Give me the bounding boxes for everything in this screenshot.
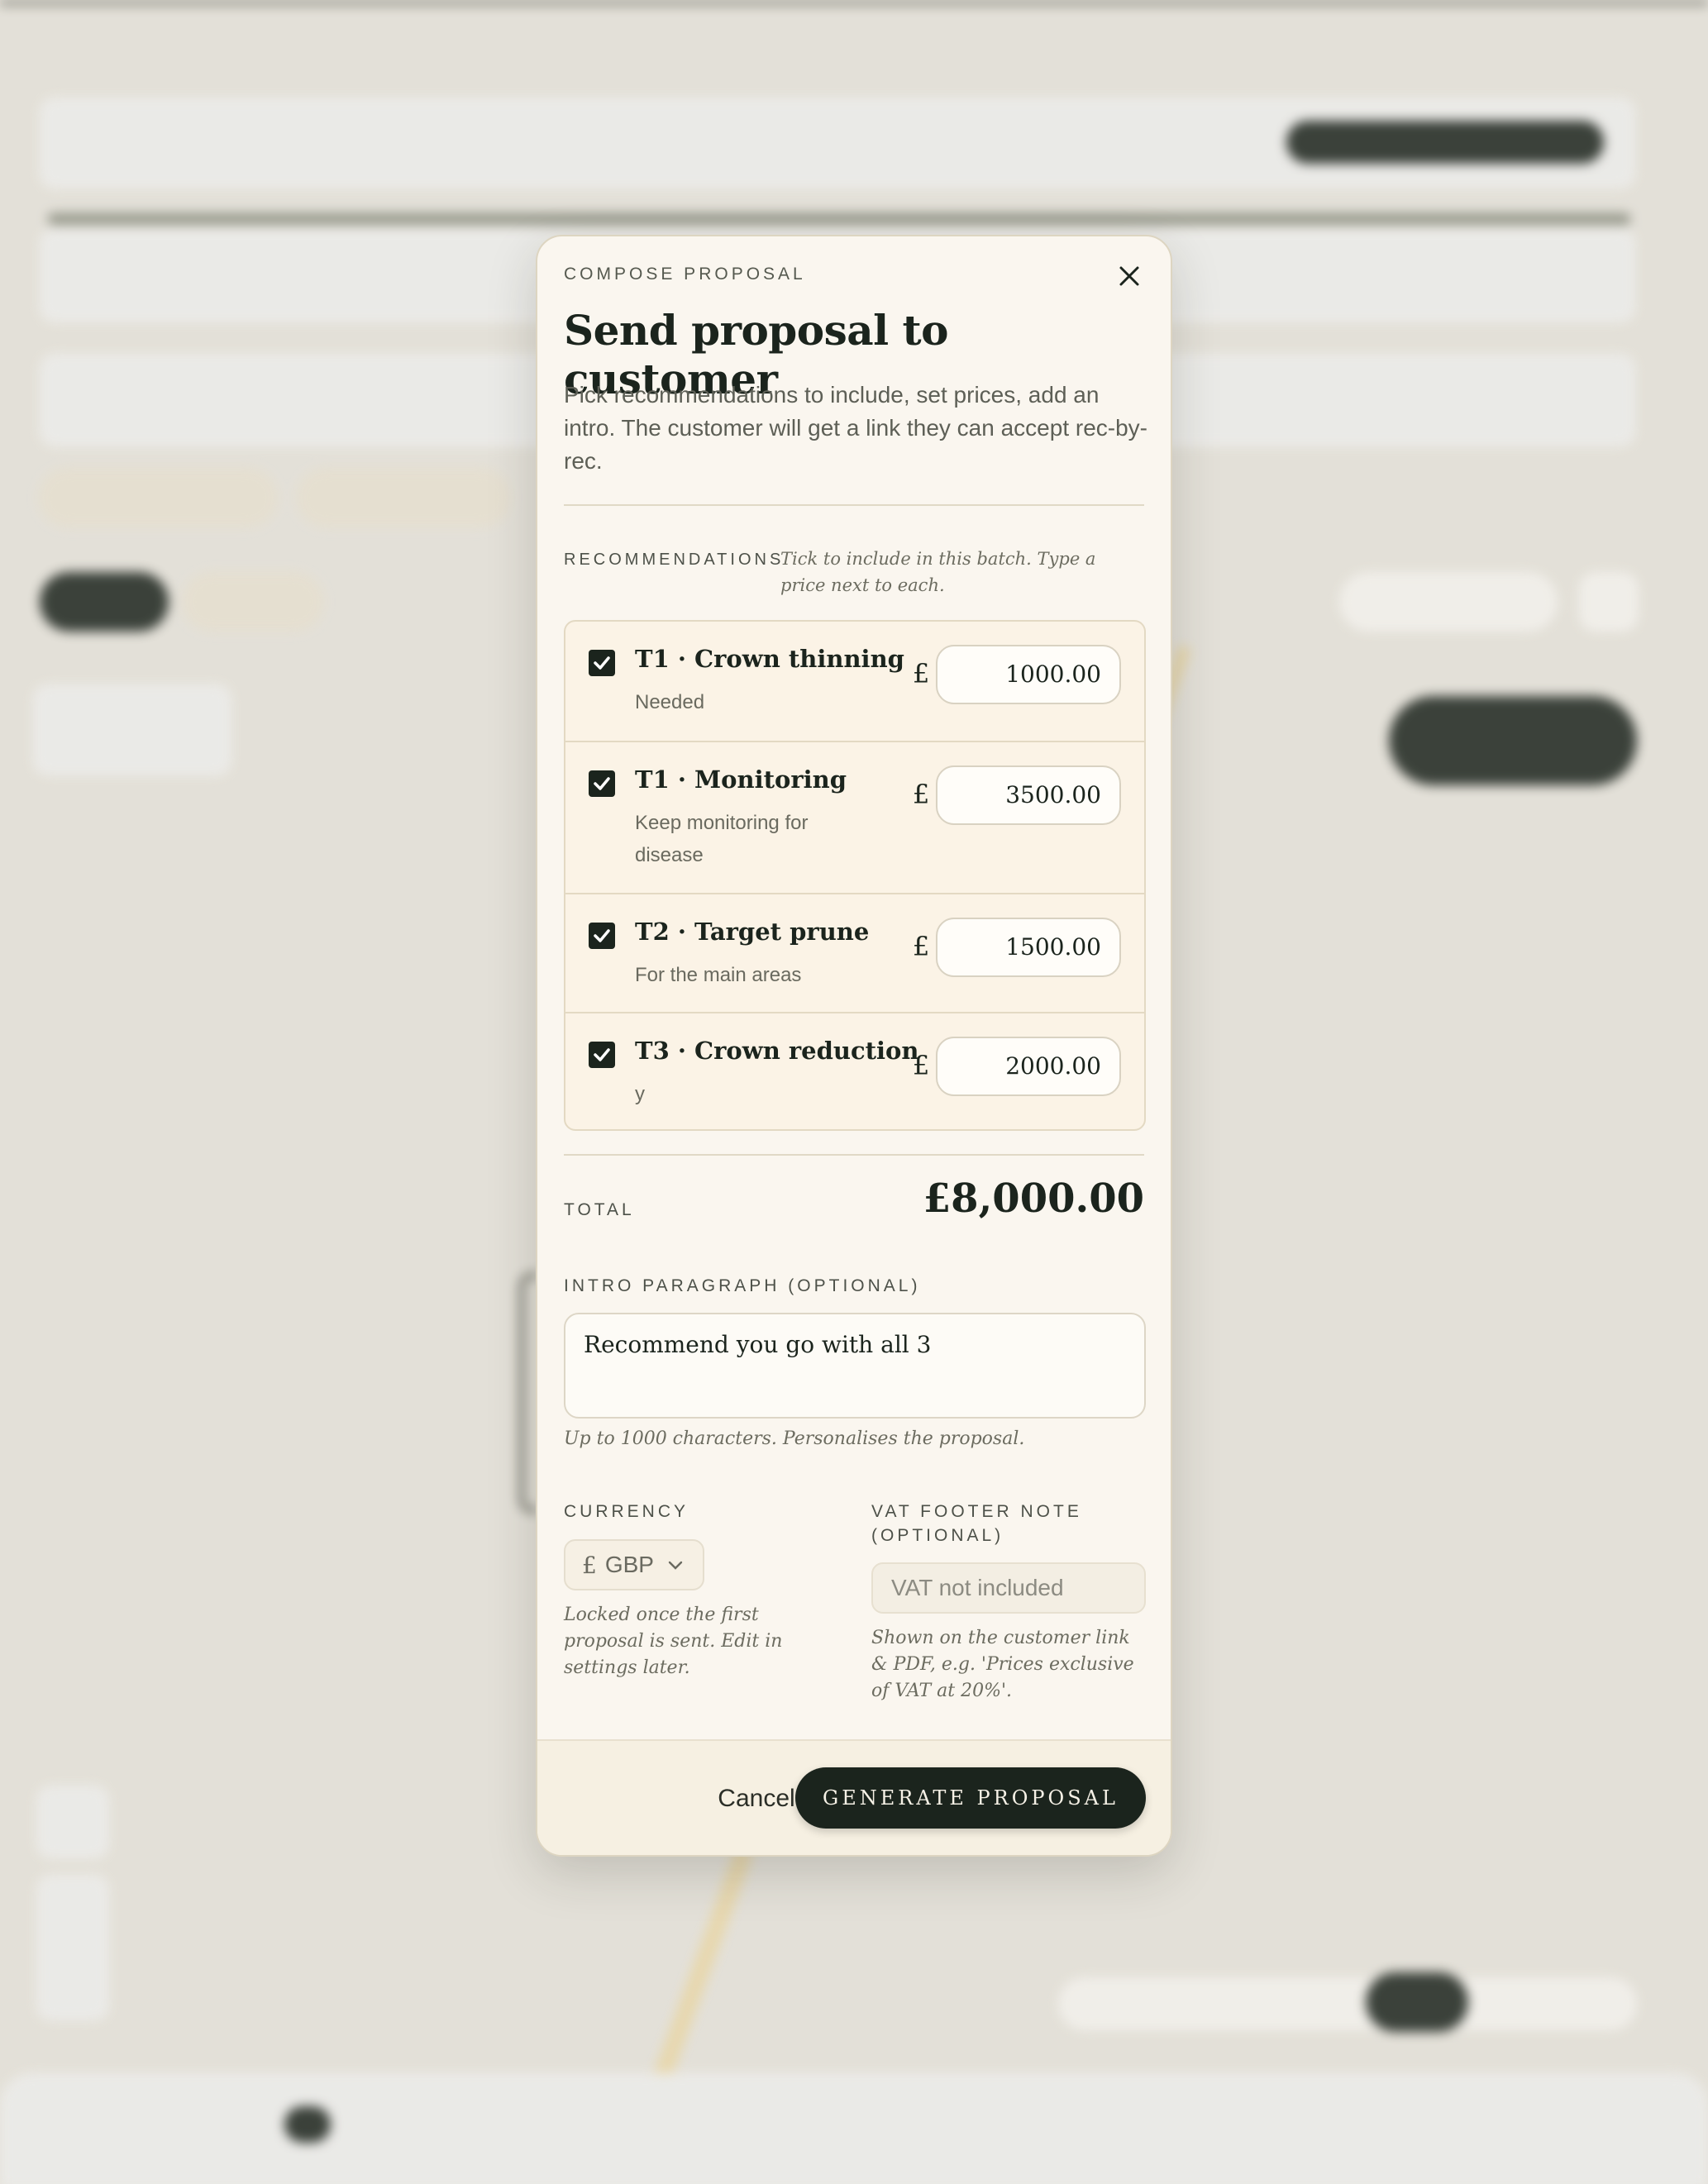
divider [564,504,1144,506]
divider [564,1154,1144,1156]
intro-hint: Up to 1000 characters. Personalises the … [564,1428,1025,1449]
price-input[interactable]: 3500.00 [936,765,1121,825]
price-input[interactable]: 1500.00 [936,918,1121,977]
bg-map-outline [519,1273,537,1513]
bg-site-pill [38,468,278,527]
bg-more-button [1579,572,1639,632]
bg-customer-pill [296,468,511,527]
price-input[interactable]: 1000.00 [936,645,1121,704]
currency-select[interactable]: £ GBP [564,1539,704,1590]
recommendation-name: T1 · Crown thinning [635,645,904,673]
recommendation-name: T3 · Crown reduction [635,1037,919,1065]
recommendation-list: T1 · Crown thinning Needed £ 1000.00 T1 … [564,620,1146,1131]
compose-proposal-modal: COMPOSE PROPOSAL Send proposal to custom… [536,235,1172,1857]
currency-symbol: £ [913,1050,930,1081]
intro-textarea[interactable] [564,1313,1146,1419]
currency-symbol: £ [913,658,930,689]
recommendation-note: For the main areas [635,964,802,986]
recommendation-row: T1 · Crown thinning Needed £ 1000.00 [565,622,1144,741]
currency-symbol: £ [913,779,930,810]
checkmark-icon [594,1048,610,1061]
bg-add-tree-button [1389,696,1637,785]
bg-constraints-button [1339,572,1558,632]
bg-map-road [654,1847,753,2080]
checkmark-icon [594,777,610,790]
include-checkbox[interactable] [589,1042,615,1068]
bg-map-style-toggle [1366,1972,1468,2032]
recommendation-row: T2 · Target prune For the main areas £ 1… [565,893,1144,1012]
bg-info-card [33,684,231,775]
bg-progress-bar [48,213,1630,225]
currency-hint: Locked once the first proposal is sent. … [564,1605,783,1678]
intro-label: INTRO PARAGRAPH (OPTIONAL) [564,1276,921,1295]
bg-work-order-button [1286,121,1604,164]
close-button[interactable] [1113,260,1146,293]
bg-attribution [1058,1977,1637,2030]
total-label: TOTAL [564,1200,635,1219]
recommendation-row: T3 · Crown reduction y £ 2000.00 [565,1012,1144,1129]
include-checkbox[interactable] [589,650,615,676]
recommendation-row: T1 · Monitoring Keep monitoring for dise… [565,741,1144,893]
total-value: £8,000.00 [923,1175,1144,1222]
bg-recommendations-drawer [0,2073,1708,2184]
vat-hint: Shown on the customer link & PDF, e.g. '… [871,1628,1134,1701]
price-input[interactable]: 2000.00 [936,1037,1121,1096]
currency-symbol: £ [913,931,930,962]
currency-label: CURRENCY [564,1502,689,1521]
bg-map-tab [40,572,169,632]
include-checkbox[interactable] [589,923,615,949]
recommendations-label: RECOMMENDATIONS [564,551,785,569]
recommendation-name: T1 · Monitoring [635,765,847,794]
recommendations-hint: Tick to include in this batch. Type a pr… [780,549,1096,595]
recommendation-name: T2 · Target prune [635,918,870,946]
bg-zoom-controls [36,1875,109,2020]
bg-count-badge [284,2106,331,2143]
generate-proposal-button[interactable]: GENERATE PROPOSAL [795,1767,1146,1829]
modal-footer: Cancel GENERATE PROPOSAL [537,1739,1171,1855]
bg-locate-button [36,1786,109,1858]
checkmark-icon [594,656,610,670]
recommendation-note: Needed [635,691,705,713]
vat-note-input[interactable] [871,1562,1146,1614]
recommendation-note: Keep monitoring for disease [635,812,809,866]
modal-description: Pick recommendations to include, set pri… [564,382,1148,474]
modal-eyebrow: COMPOSE PROPOSAL [564,265,806,284]
bg-table-tab [182,572,324,632]
currency-select-symbol: £ [582,1551,597,1579]
chevron-down-icon [668,1561,683,1570]
include-checkbox[interactable] [589,770,615,797]
vat-label: VAT FOOTER NOTE (OPTIONAL) [871,1502,1082,1545]
recommendation-note: y [635,1083,645,1105]
close-icon [1119,266,1139,286]
top-progress-bar [0,0,1708,5]
checkmark-icon [594,929,610,942]
currency-select-value: GBP [604,1552,654,1577]
